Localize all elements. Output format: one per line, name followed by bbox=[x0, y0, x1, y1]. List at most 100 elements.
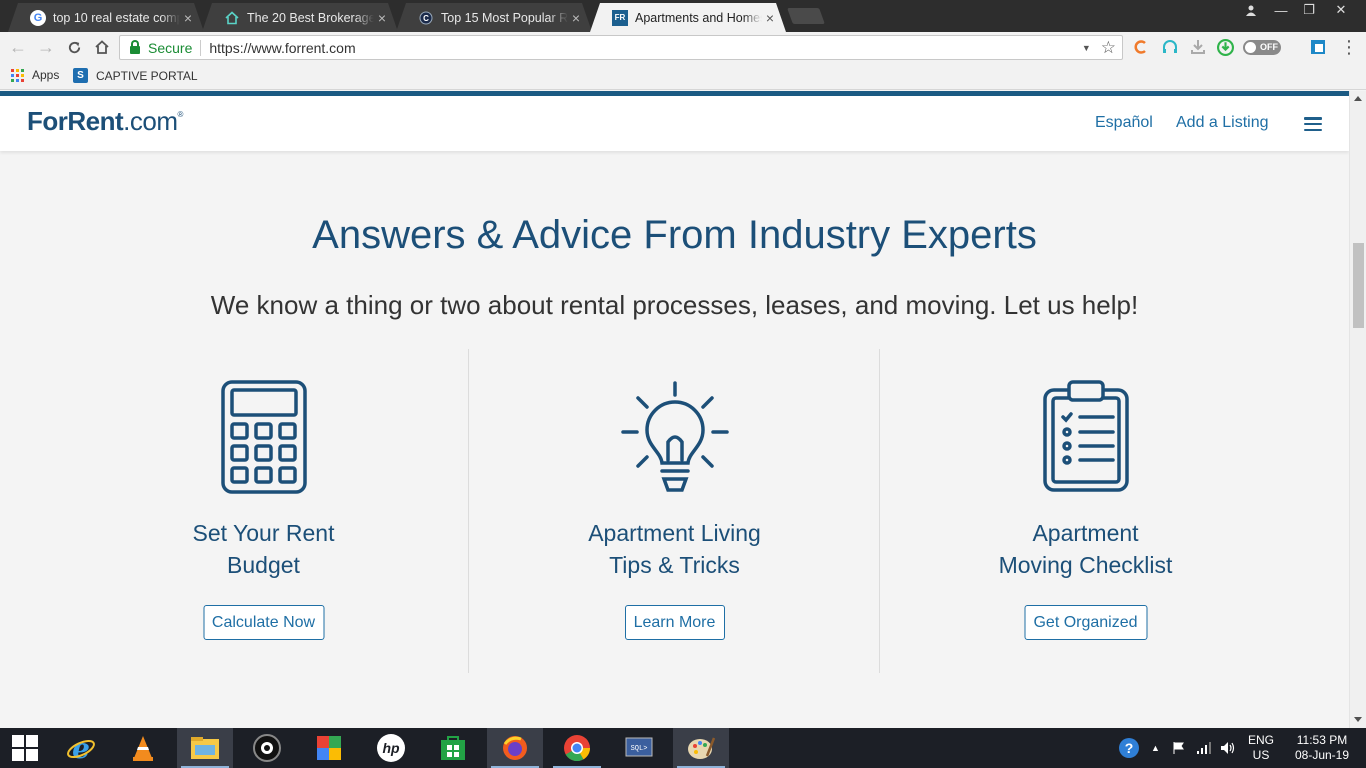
minimize-icon[interactable]: — bbox=[1266, 0, 1296, 20]
card-rent-budget: Set Your Rent Budget Calculate Now bbox=[58, 349, 469, 673]
paint-icon[interactable] bbox=[673, 728, 729, 768]
svg-text:SQL>: SQL> bbox=[631, 745, 648, 753]
bookmark-apps[interactable]: Apps bbox=[11, 68, 59, 82]
svg-text:?: ? bbox=[1125, 740, 1134, 756]
forrent-logo[interactable]: ForRent.com® bbox=[27, 106, 183, 137]
vlc-icon[interactable] bbox=[115, 728, 171, 768]
address-bar[interactable]: Secure https://www.forrent.com ▼ ☆ bbox=[119, 35, 1123, 60]
tab-best-brokerage[interactable]: The 20 Best Brokerage ar × bbox=[202, 3, 398, 32]
green-download-icon[interactable] bbox=[1216, 38, 1234, 56]
download-icon[interactable] bbox=[1189, 38, 1207, 56]
google-icon: G bbox=[30, 10, 46, 26]
hp-icon[interactable]: hp bbox=[363, 728, 419, 768]
card-moving-checklist: Apartment Moving Checklist Get Organized bbox=[880, 349, 1291, 673]
system-clock[interactable]: 11:53 PM 08-Jun-19 bbox=[1284, 733, 1360, 763]
page-scrollbar[interactable] bbox=[1349, 91, 1366, 728]
close-tab-icon[interactable]: × bbox=[374, 10, 390, 26]
card-title-line: Set Your Rent bbox=[192, 520, 335, 546]
lock-icon bbox=[130, 39, 140, 54]
browser-toolbar: ← → Secure https://www.forrent.com ▼ ☆ O… bbox=[0, 32, 1366, 62]
card-title-line: Moving Checklist bbox=[998, 552, 1173, 578]
chrome-icon[interactable] bbox=[549, 728, 605, 768]
input-language-indicator[interactable]: ENG US bbox=[1246, 733, 1276, 763]
extension-orange-icon[interactable] bbox=[1132, 38, 1150, 56]
card-title-line: Budget bbox=[227, 552, 300, 578]
scroll-up-arrow-icon[interactable] bbox=[1354, 96, 1362, 101]
card-title-line: Tips & Tricks bbox=[609, 552, 740, 578]
calculator-icon bbox=[209, 379, 319, 494]
bookmarks-bar: Apps S CAPTIVE PORTAL bbox=[0, 62, 1366, 90]
bookmark-captive-portal[interactable]: S CAPTIVE PORTAL bbox=[73, 68, 198, 83]
internet-explorer-icon[interactable]: e bbox=[53, 728, 109, 768]
add-listing-link[interactable]: Add a Listing bbox=[1176, 114, 1269, 132]
restore-icon[interactable]: ❐ bbox=[1294, 0, 1324, 20]
lightbulb-icon bbox=[620, 379, 730, 494]
windows-store-icon[interactable] bbox=[425, 728, 481, 768]
card-title-line: Apartment bbox=[1032, 520, 1139, 546]
show-hidden-icons-icon[interactable]: ▲ bbox=[1151, 728, 1160, 768]
language-region: US bbox=[1252, 748, 1270, 762]
bookmark-star-icon[interactable]: ☆ bbox=[1101, 38, 1116, 58]
browser-tab-strip: G top 10 real estate compa × The 20 Best… bbox=[0, 0, 1366, 32]
url-text[interactable]: https://www.forrent.com bbox=[209, 40, 355, 56]
espanol-link[interactable]: Español bbox=[1095, 114, 1153, 132]
get-organized-button[interactable]: Get Organized bbox=[1024, 605, 1147, 640]
toggle-label: OFF bbox=[1260, 42, 1278, 52]
tab-title: The 20 Best Brokerage ar bbox=[247, 10, 374, 25]
card-title: Set Your Rent Budget bbox=[58, 517, 469, 581]
close-window-icon[interactable]: ✕ bbox=[1326, 0, 1356, 20]
file-explorer-icon[interactable] bbox=[177, 728, 233, 768]
forrent-favicon: FR bbox=[612, 10, 628, 26]
close-tab-icon[interactable]: × bbox=[762, 10, 778, 26]
security-label: Secure bbox=[148, 39, 193, 56]
menu-kebab-icon[interactable]: ⋮ bbox=[1340, 37, 1358, 57]
sql-server-icon[interactable]: SQL> bbox=[611, 728, 667, 768]
house-icon bbox=[224, 10, 240, 26]
profile-icon[interactable] bbox=[1236, 0, 1266, 20]
reload-icon[interactable] bbox=[62, 35, 86, 59]
headphones-icon[interactable] bbox=[1161, 38, 1179, 56]
bookmark-label: CAPTIVE PORTAL bbox=[96, 68, 198, 83]
network-signal-icon[interactable] bbox=[1196, 728, 1212, 768]
close-tab-icon[interactable]: × bbox=[180, 10, 196, 26]
card-title: Apartment Living Tips & Tricks bbox=[469, 517, 880, 581]
card-living-tips: Apartment Living Tips & Tricks Learn Mor… bbox=[469, 349, 880, 673]
section-headline: Answers & Advice From Industry Experts bbox=[312, 213, 1037, 257]
off-toggle[interactable]: OFF bbox=[1242, 38, 1282, 56]
back-arrow-icon[interactable]: ← bbox=[6, 35, 30, 59]
action-flag-icon[interactable] bbox=[1172, 728, 1186, 768]
webcam-app-icon[interactable] bbox=[239, 728, 295, 768]
svg-text:e: e bbox=[72, 733, 90, 763]
windows-start-icon[interactable] bbox=[0, 728, 50, 768]
scroll-down-arrow-icon[interactable] bbox=[1354, 717, 1362, 722]
blue-square-extension-icon[interactable] bbox=[1309, 38, 1327, 56]
tab-title: Apartments and Homes f bbox=[635, 10, 762, 25]
tab-most-popular[interactable]: C Top 15 Most Popular Rea × bbox=[396, 3, 592, 32]
puzzle-app-icon[interactable] bbox=[301, 728, 357, 768]
home-icon[interactable] bbox=[90, 35, 114, 59]
tab-title: Top 15 Most Popular Rea bbox=[441, 10, 568, 25]
help-icon[interactable]: ? bbox=[1118, 728, 1140, 768]
s-square-icon: S bbox=[73, 68, 88, 83]
bookmark-label: Apps bbox=[32, 68, 60, 82]
volume-icon[interactable] bbox=[1220, 728, 1236, 768]
tab-title: top 10 real estate compa bbox=[53, 10, 180, 25]
scrollbar-thumb[interactable] bbox=[1353, 243, 1364, 328]
learn-more-button[interactable]: Learn More bbox=[624, 605, 725, 640]
divider bbox=[200, 39, 202, 56]
forward-arrow-icon[interactable]: → bbox=[34, 35, 58, 59]
card-title-line: Apartment Living bbox=[588, 520, 761, 546]
logo-suffix: .com bbox=[123, 106, 178, 136]
logo-text: ForRent bbox=[27, 106, 124, 136]
hamburger-menu-icon[interactable] bbox=[1304, 117, 1322, 131]
clock-time: 11:53 PM bbox=[1296, 733, 1348, 747]
dropdown-arrow-icon[interactable]: ▼ bbox=[1082, 43, 1091, 53]
calculate-now-button[interactable]: Calculate Now bbox=[203, 605, 324, 640]
new-tab-button[interactable] bbox=[787, 8, 825, 24]
firefox-icon[interactable] bbox=[487, 728, 543, 768]
card-title: Apartment Moving Checklist bbox=[880, 517, 1291, 581]
close-tab-icon[interactable]: × bbox=[568, 10, 584, 26]
registered-mark: ® bbox=[177, 110, 184, 119]
tab-forrent[interactable]: FR Apartments and Homes f × bbox=[590, 3, 786, 32]
tab-google-search[interactable]: G top 10 real estate compa × bbox=[8, 3, 204, 32]
